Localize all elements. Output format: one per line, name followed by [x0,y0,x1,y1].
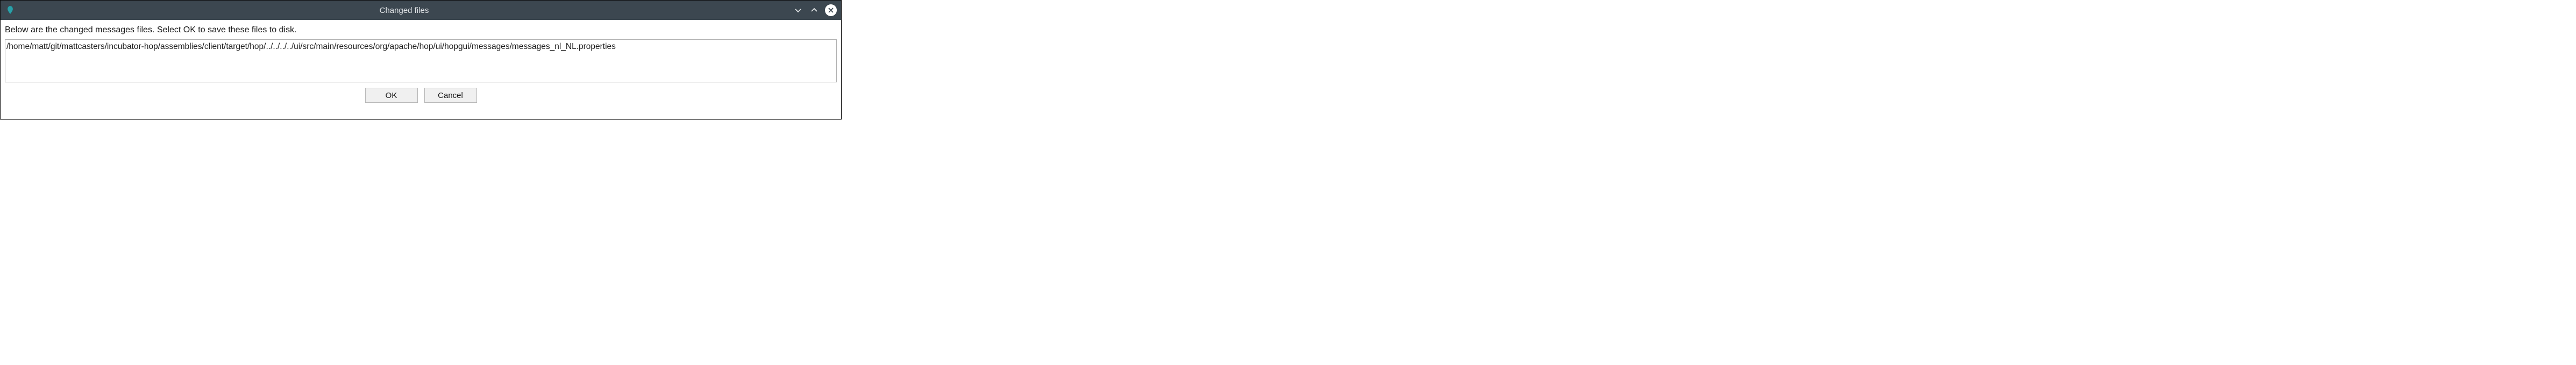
cancel-button[interactable]: Cancel [424,88,477,103]
description-text: Below are the changed messages files. Se… [5,24,837,36]
close-button[interactable] [825,4,837,16]
dialog-content: Below are the changed messages files. Se… [1,20,841,119]
list-item[interactable]: /home/matt/git/mattcasters/incubator-hop… [5,41,836,53]
file-list[interactable]: /home/matt/git/mattcasters/incubator-hop… [5,39,837,82]
window-title: Changed files [16,6,793,15]
button-row: OK Cancel [5,87,837,105]
window-controls [793,4,837,16]
titlebar: Changed files [1,1,841,20]
maximize-button[interactable] [809,5,820,16]
app-icon [5,5,16,16]
ok-button[interactable]: OK [365,88,418,103]
minimize-button[interactable] [793,5,803,16]
